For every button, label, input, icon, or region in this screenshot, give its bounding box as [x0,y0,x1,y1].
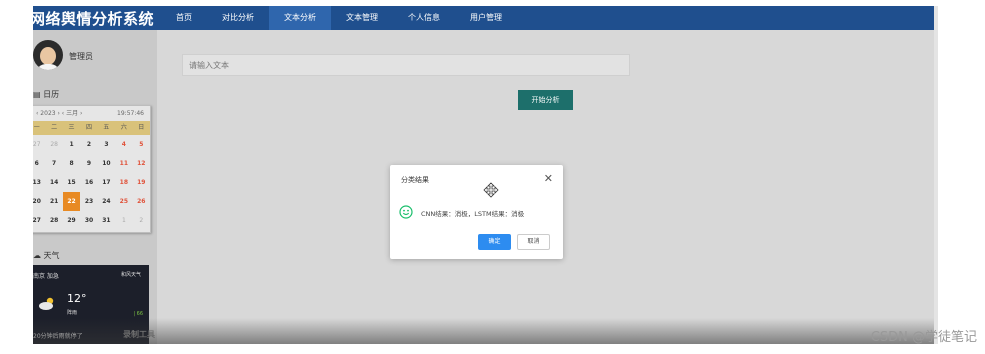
calendar-day[interactable]: 18 [115,173,132,192]
recorder-watermark: 录制工具 [123,330,155,339]
calendar-day[interactable]: 3 [98,135,115,154]
calendar-day[interactable]: 12 [133,154,150,173]
weather-label: 天气 [43,251,60,260]
calendar-day[interactable]: 16 [80,173,97,192]
calendar-day[interactable]: 23 [80,192,97,211]
calendar-day[interactable]: 4 [115,135,132,154]
calendar-day-today[interactable]: 22 [62,192,81,211]
calendar-label: 日历 [43,90,60,99]
calendar-weekday: 六 [120,124,127,131]
sidebar: 管理员 ▤ 日历 ‹ 2023 › ‹ 三月 › 19:57:46 一 二 三 四 五 六… [33,30,157,344]
calendar-weekday: 四 [85,124,92,131]
calendar-nav: ‹ 2023 › ‹ 三月 › 19:57:46 [33,106,150,121]
top-navbar: 网络舆情分析系统 首页 对比分析 文本分析 文本管理 个人信息 用户管理 [33,6,934,30]
weather-source: 和风天气 [120,272,141,278]
calendar-day[interactable]: 19 [133,173,150,192]
text-input[interactable] [182,54,630,76]
calendar-weekday: 日 [138,124,145,131]
calendar-header: ▤ 日历 [33,89,59,100]
nav-item[interactable]: 文本管理 [331,6,393,30]
calendar-day[interactable]: 1 [115,211,132,230]
weather-aqi: | 66 [133,311,143,317]
calendar-day[interactable]: 27 [33,135,45,154]
calendar-day[interactable]: 25 [115,192,132,211]
window-edge [934,6,938,344]
calendar-day[interactable]: 1 [63,135,80,154]
calendar-day[interactable]: 24 [98,192,115,211]
start-analysis-button[interactable]: 开始分析 [518,90,573,110]
avatar-shirt [36,64,60,70]
dialog-message: CNN结果：消极，LSTM结果：消极 [421,210,525,218]
calendar-day[interactable]: 28 [45,211,62,230]
weather-city: 南京 加急 [33,273,59,280]
calendar-weekday: 一 [33,124,40,131]
weather-condition: 阵雨 [67,310,78,316]
brand-title: 网络舆情分析系统 [33,10,155,28]
calendar-day[interactable]: 2 [80,135,97,154]
nav-item[interactable]: 个人信息 [393,6,455,30]
calendar-day[interactable]: 9 [80,154,97,173]
calendar-icon: ▤ [33,90,41,99]
calendar-day[interactable]: 14 [45,173,62,192]
calendar-weekdays: 一二三四五六日 [33,121,150,135]
calendar-day[interactable]: 30 [80,211,97,230]
main-nav: 首页 对比分析 文本分析 文本管理 个人信息 用户管理 [161,6,517,30]
calendar-day[interactable]: 13 [33,173,45,192]
confirm-button[interactable]: 确定 [478,234,511,250]
calendar-weekday: 二 [51,124,58,131]
calendar-widget: ‹ 2023 › ‹ 三月 › 19:57:46 一二三四五六日 27 28 1 2 3… [33,105,151,233]
calendar-day[interactable]: 8 [63,154,80,173]
nav-item[interactable]: 首页 [161,6,207,30]
smile-icon [399,205,413,219]
weather-temperature: 12° [67,292,87,305]
nav-item[interactable]: 对比分析 [207,6,269,30]
calendar-day[interactable]: 15 [63,173,80,192]
nav-item[interactable]: 文本分析 [269,6,331,30]
calendar-days: 27 28 1 2 3 4 5 6 7 8 9 10 11 12 13 14 15 16 17 18 19 20 21 22 2… [33,135,150,230]
calendar-day[interactable]: 2 [133,211,150,230]
result-dialog: 分类结果 ✕ CNN结果：消极，LSTM结果：消极 确定 取消 [390,165,563,259]
calendar-day[interactable]: 10 [98,154,115,173]
dialog-title: 分类结果 [401,176,429,184]
calendar-weekday: 五 [103,124,110,131]
weather-icon: ☁ [33,251,41,260]
nav-item[interactable]: 用户管理 [455,6,517,30]
calendar-day[interactable]: 5 [133,135,150,154]
close-icon[interactable]: ✕ [544,172,553,185]
calendar-day[interactable]: 6 [33,154,45,173]
cancel-button[interactable]: 取消 [517,234,550,250]
calendar-day[interactable]: 28 [45,135,62,154]
calendar-day[interactable]: 7 [45,154,62,173]
calendar-day[interactable]: 20 [33,192,45,211]
calendar-month-nav[interactable]: ‹ 2023 › ‹ 三月 › [36,110,82,117]
csdn-watermark: CSDN @学徒笔记 [870,330,977,345]
calendar-day[interactable]: 31 [98,211,115,230]
avatar[interactable] [33,40,63,70]
avatar-face [40,47,56,65]
weather-header: ☁ 天气 [33,250,60,261]
calendar-day[interactable]: 29 [63,211,80,230]
weather-forecast-note: 20分钟后雨就停了 [33,333,83,340]
calendar-time: 19:57:46 [117,110,144,117]
move-cursor-icon [483,182,499,198]
calendar-weekday: 三 [68,124,75,131]
calendar-day[interactable]: 11 [115,154,132,173]
calendar-day[interactable]: 27 [33,211,45,230]
user-name: 管理员 [69,52,93,61]
calendar-day[interactable]: 26 [133,192,150,211]
calendar-day[interactable]: 21 [45,192,62,211]
calendar-day[interactable]: 17 [98,173,115,192]
rain-cloud-icon [39,297,54,310]
